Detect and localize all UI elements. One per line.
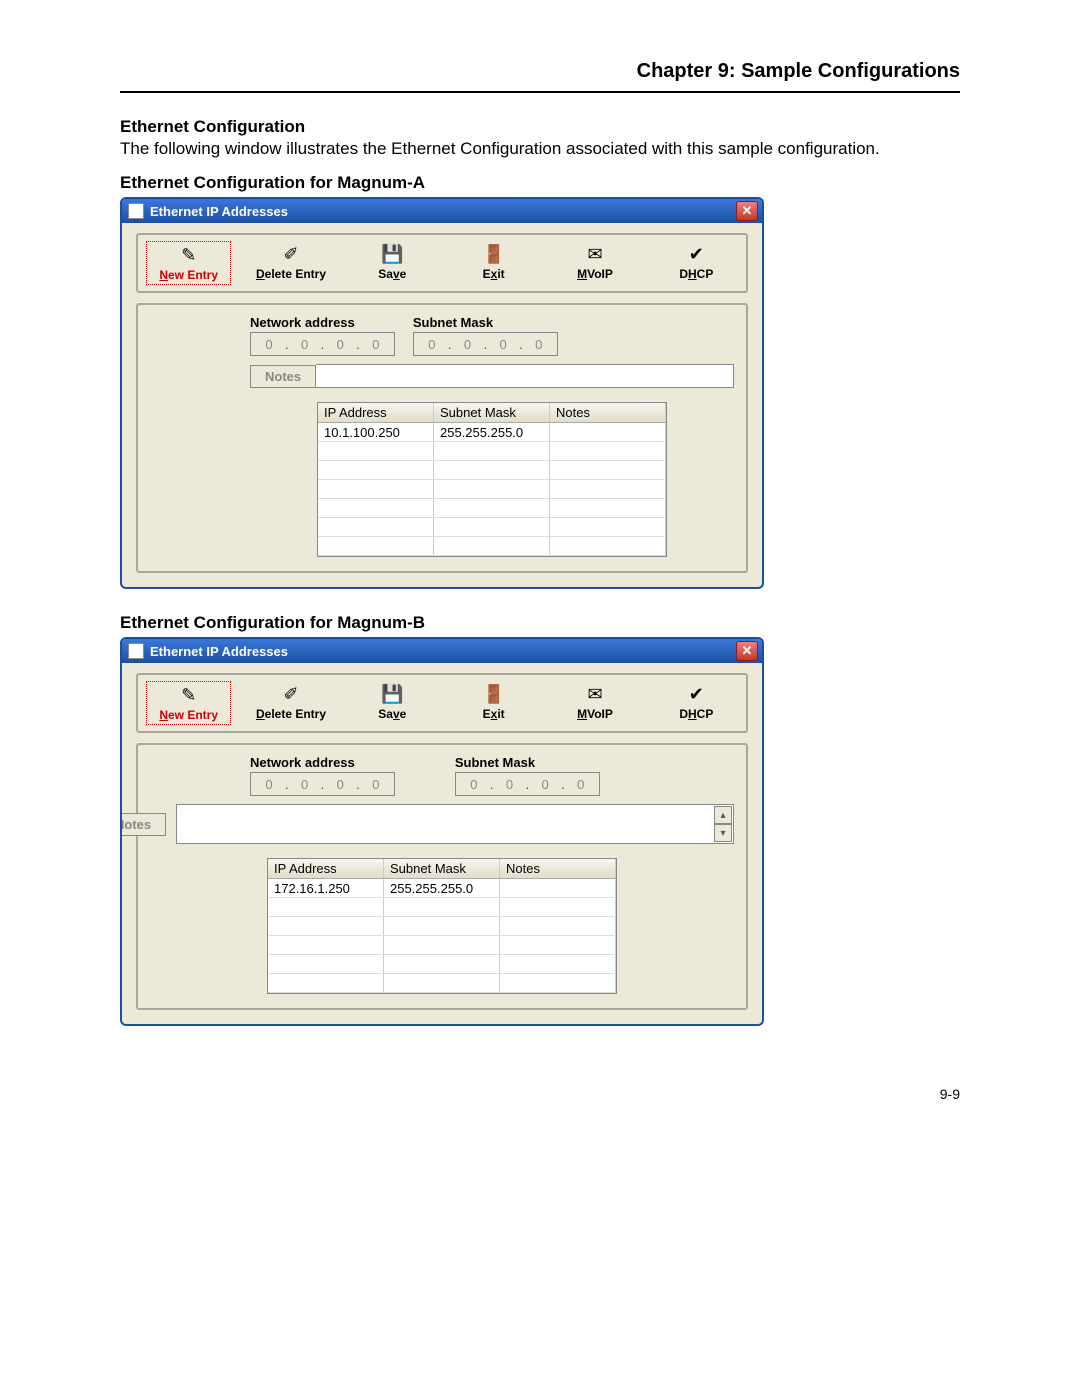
subheading-magnum-b: Ethernet Configuration for Magnum-B <box>120 613 960 633</box>
titlebar: Ethernet IP Addresses ✕ <box>122 639 762 663</box>
content-panel-a: Network address 0. 0. 0. 0 Subnet Mask <box>136 303 748 573</box>
network-address-input[interactable]: 0. 0. 0. 0 <box>250 772 395 796</box>
subheading-magnum-a: Ethernet Configuration for Magnum-A <box>120 173 960 193</box>
pencil-icon: ✎ <box>174 244 204 266</box>
check-icon: ✔ <box>681 683 711 705</box>
table-row[interactable] <box>318 461 666 480</box>
dhcp-button[interactable]: ✔ DHCP <box>655 681 738 725</box>
table-row[interactable] <box>318 499 666 518</box>
door-icon: 🚪 <box>479 683 509 705</box>
envelope-icon: ✉ <box>580 683 610 705</box>
exit-label: it <box>497 267 504 281</box>
notes-button[interactable]: Notes <box>120 813 166 836</box>
table-row[interactable] <box>268 955 616 974</box>
table-row[interactable] <box>268 974 616 993</box>
subnet-mask-label: Subnet Mask <box>455 755 600 770</box>
subnet-mask-input[interactable]: 0. 0. 0. 0 <box>413 332 558 356</box>
titlebar: Ethernet IP Addresses ✕ <box>122 199 762 223</box>
col-header-notes[interactable]: Notes <box>500 859 616 878</box>
table-row[interactable] <box>318 518 666 537</box>
cell-notes <box>500 879 616 897</box>
window-title: Ethernet IP Addresses <box>150 644 288 659</box>
table-row[interactable] <box>318 442 666 461</box>
close-icon: ✕ <box>742 643 753 659</box>
divider <box>120 91 960 93</box>
pencil-icon: ✎ <box>174 684 204 706</box>
exit-button[interactable]: 🚪 Exit <box>452 241 535 285</box>
notes-textarea[interactable]: ▴ ▾ <box>176 804 734 844</box>
cell-mask: 255.255.255.0 <box>384 879 500 897</box>
app-icon <box>128 203 144 219</box>
subnet-mask-input[interactable]: 0. 0. 0. 0 <box>455 772 600 796</box>
content-panel-b: Network address 0. 0. 0. 0 Subnet Mask <box>136 743 748 1010</box>
intro-paragraph: The following window illustrates the Eth… <box>120 139 960 159</box>
window-magnum-b: Ethernet IP Addresses ✕ ✎ New Entry ✐ De… <box>120 637 764 1026</box>
network-address-label: Network address <box>250 755 395 770</box>
table-row[interactable] <box>268 917 616 936</box>
app-icon <box>128 643 144 659</box>
save-button[interactable]: 💾 Save <box>351 681 434 725</box>
subnet-mask-label: Subnet Mask <box>413 315 558 330</box>
window-magnum-a: Ethernet IP Addresses ✕ ✎ New Entry ✐ De… <box>120 197 764 589</box>
save-label: e <box>400 267 407 281</box>
mvoip-button[interactable]: ✉ MVoIP <box>553 681 636 725</box>
notes-button[interactable]: Notes <box>250 365 316 388</box>
delete-entry-button[interactable]: ✐ Delete Entry <box>249 681 332 725</box>
col-header-notes[interactable]: Notes <box>550 403 666 422</box>
cell-mask: 255.255.255.0 <box>434 423 550 441</box>
table-row[interactable] <box>318 480 666 499</box>
col-header-mask[interactable]: Subnet Mask <box>384 859 500 878</box>
door-icon: 🚪 <box>479 243 509 265</box>
table-row[interactable] <box>268 936 616 955</box>
delete-entry-label: elete Entry <box>265 267 326 281</box>
chapter-title: Chapter 9: Sample Configurations <box>120 60 960 83</box>
floppy-icon: 💾 <box>377 243 407 265</box>
mvoip-label: VoIP <box>587 267 613 281</box>
close-icon: ✕ <box>742 203 753 219</box>
close-button[interactable]: ✕ <box>736 201 758 221</box>
delete-entry-button[interactable]: ✐ Delete Entry <box>249 241 332 285</box>
exit-button[interactable]: 🚪 Exit <box>452 681 535 725</box>
col-header-ip[interactable]: IP Address <box>318 403 434 422</box>
page-number: 9-9 <box>120 1086 960 1102</box>
cell-ip: 172.16.1.250 <box>268 879 384 897</box>
toolbar: ✎ New Entry ✐ Delete Entry 💾 Save 🚪 Exit… <box>136 233 748 293</box>
ip-grid-b: IP Address Subnet Mask Notes 172.16.1.25… <box>267 858 617 994</box>
col-header-mask[interactable]: Subnet Mask <box>434 403 550 422</box>
table-row[interactable]: 10.1.100.250 255.255.255.0 <box>318 423 666 442</box>
network-address-input[interactable]: 0. 0. 0. 0 <box>250 332 395 356</box>
grid-header: IP Address Subnet Mask Notes <box>318 403 666 423</box>
floppy-icon: 💾 <box>377 683 407 705</box>
table-row[interactable] <box>268 898 616 917</box>
check-icon: ✔ <box>681 243 711 265</box>
dhcp-label: CP <box>697 267 714 281</box>
grid-header: IP Address Subnet Mask Notes <box>268 859 616 879</box>
table-row[interactable] <box>318 537 666 556</box>
section-heading: Ethernet Configuration <box>120 117 960 137</box>
close-button[interactable]: ✕ <box>736 641 758 661</box>
window-title: Ethernet IP Addresses <box>150 204 288 219</box>
new-entry-label: ew Entry <box>168 268 218 282</box>
table-row[interactable]: 172.16.1.250 255.255.255.0 <box>268 879 616 898</box>
save-button[interactable]: 💾 Save <box>351 241 434 285</box>
dhcp-button[interactable]: ✔ DHCP <box>655 241 738 285</box>
eraser-icon: ✐ <box>276 243 306 265</box>
new-entry-button[interactable]: ✎ New Entry <box>146 681 231 725</box>
scroll-down-button[interactable]: ▾ <box>714 824 732 842</box>
envelope-icon: ✉ <box>580 243 610 265</box>
toolbar: ✎ New Entry ✐ Delete Entry 💾 Save 🚪 Exit… <box>136 673 748 733</box>
scroll-up-button[interactable]: ▴ <box>714 806 732 824</box>
ip-grid-a: IP Address Subnet Mask Notes 10.1.100.25… <box>317 402 667 557</box>
cell-notes <box>550 423 666 441</box>
notes-input[interactable] <box>316 364 734 388</box>
new-entry-button[interactable]: ✎ New Entry <box>146 241 231 285</box>
eraser-icon: ✐ <box>276 683 306 705</box>
cell-ip: 10.1.100.250 <box>318 423 434 441</box>
col-header-ip[interactable]: IP Address <box>268 859 384 878</box>
network-address-label: Network address <box>250 315 395 330</box>
mvoip-button[interactable]: ✉ MVoIP <box>553 241 636 285</box>
